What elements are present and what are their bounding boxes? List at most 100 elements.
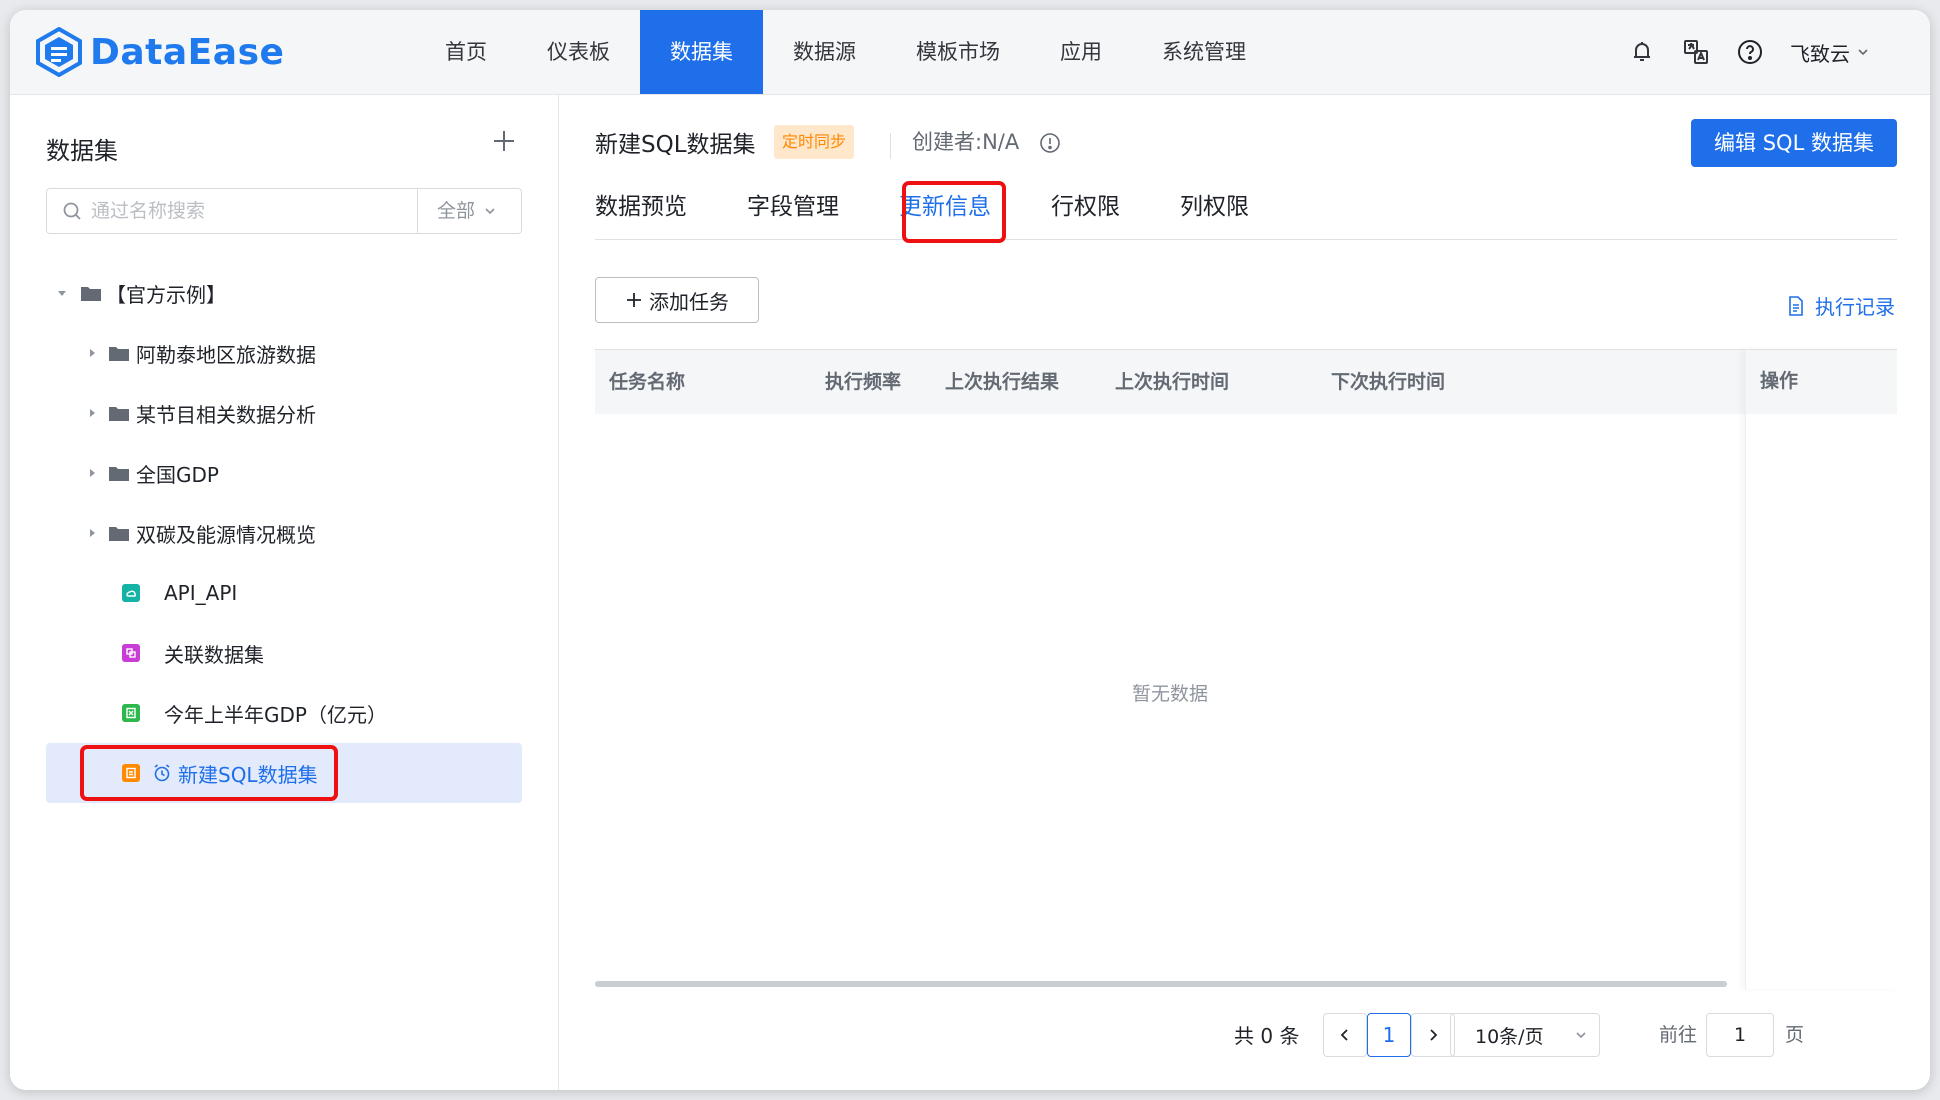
horizontal-scrollbar[interactable] xyxy=(595,981,1727,987)
search-icon xyxy=(63,202,81,220)
main-nav: 首页 仪表板 数据集 数据源 模板市场 应用 系统管理 xyxy=(415,10,1276,94)
header-actions: 飞致云 xyxy=(1628,10,1870,94)
pagination: 共 0 条 1 10条/页 前往 页 xyxy=(559,1013,1897,1059)
chevron-left-icon xyxy=(1340,1029,1348,1041)
user-menu[interactable]: 飞致云 xyxy=(1790,38,1870,67)
column-header-last-result: 上次执行结果 xyxy=(945,371,1060,393)
highlight-box-selected-dataset xyxy=(80,745,338,801)
goto-page-input[interactable] xyxy=(1706,1013,1774,1057)
logo-text: DataEase xyxy=(90,31,285,73)
folder-icon xyxy=(109,467,129,481)
search-filter-select[interactable]: 全部 xyxy=(437,189,497,233)
nav-datasource[interactable]: 数据源 xyxy=(763,10,886,94)
highlight-box-update-info-tab xyxy=(902,181,1006,243)
execution-log-link[interactable]: 执行记录 xyxy=(1787,291,1895,320)
table-header: 任务名称 执行频率 上次执行结果 上次执行时间 下次执行时间 xyxy=(595,349,1897,414)
add-icon[interactable] xyxy=(488,125,520,157)
caret-right-icon[interactable] xyxy=(84,525,100,541)
chevron-down-icon xyxy=(1858,49,1868,56)
folder-icon xyxy=(109,347,129,361)
dataset-title: 新建SQL数据集 xyxy=(595,132,756,158)
document-icon xyxy=(1789,295,1803,316)
tab-row-permission[interactable]: 行权限 xyxy=(1051,175,1120,239)
page-size-value: 10条/页 xyxy=(1475,1025,1544,1048)
tree-item-label: 关联数据集 xyxy=(164,642,264,667)
search-input[interactable] xyxy=(89,199,413,223)
tree-item-label: API_API xyxy=(164,581,238,605)
tree-item-label: 阿勒泰地区旅游数据 xyxy=(136,342,316,367)
page-size-select[interactable]: 10条/页 xyxy=(1450,1013,1600,1057)
api-dataset-icon xyxy=(122,584,140,602)
tab-field-management[interactable]: 字段管理 xyxy=(747,175,839,239)
dataset-search: 全部 xyxy=(46,188,522,234)
tree-item-gdp-half-year[interactable]: 今年上半年GDP（亿元） xyxy=(46,683,522,743)
plus-icon xyxy=(627,293,641,307)
page-number-button[interactable]: 1 xyxy=(1367,1013,1411,1057)
nav-home[interactable]: 首页 xyxy=(415,10,517,94)
tree-item-carbon-energy[interactable]: 双碳及能源情况概览 xyxy=(46,503,522,563)
title-divider xyxy=(890,133,891,159)
tree-item-national-gdp[interactable]: 全国GDP xyxy=(46,443,522,503)
operation-column: 操作 xyxy=(1745,349,1898,989)
tree-item-official-examples[interactable]: 【官方示例】 xyxy=(46,263,522,323)
add-task-label: 添加任务 xyxy=(649,289,729,314)
tree-item-altay-tourism[interactable]: 阿勒泰地区旅游数据 xyxy=(46,323,522,383)
help-icon[interactable] xyxy=(1736,38,1764,66)
page-unit-label: 页 xyxy=(1785,1024,1805,1046)
edit-sql-dataset-button[interactable]: 编辑 SQL 数据集 xyxy=(1691,119,1897,167)
goto-label: 前往 xyxy=(1659,1024,1698,1046)
tree-item-label: 今年上半年GDP（亿元） xyxy=(164,702,387,727)
nav-template-market[interactable]: 模板市场 xyxy=(886,10,1030,94)
union-dataset-icon xyxy=(122,644,140,662)
tree-item-program-analysis[interactable]: 某节目相关数据分析 xyxy=(46,383,522,443)
tab-data-preview[interactable]: 数据预览 xyxy=(595,175,687,239)
tree-item-label: 双碳及能源情况概览 xyxy=(136,522,316,547)
execution-log-label: 执行记录 xyxy=(1815,295,1895,319)
column-header-task-name: 任务名称 xyxy=(609,371,686,393)
excel-dataset-icon xyxy=(122,704,140,722)
dataset-tree: 【官方示例】 阿勒泰地区旅游数据 某节目相关数据分析 全国GDP 双碳及能源情况… xyxy=(46,263,522,803)
column-header-next-time: 下次执行时间 xyxy=(1331,371,1446,393)
caret-right-icon[interactable] xyxy=(84,405,100,421)
tab-column-permission[interactable]: 列权限 xyxy=(1180,175,1249,239)
search-filter-value: 全部 xyxy=(437,200,476,222)
chevron-down-icon xyxy=(485,208,495,215)
column-header-last-time: 上次执行时间 xyxy=(1115,371,1230,393)
top-bar: DataEase 首页 仪表板 数据集 数据源 模板市场 应用 系统管理 飞致云 xyxy=(10,10,1930,95)
dataease-logo-icon xyxy=(36,27,82,77)
column-header-actions: 操作 xyxy=(1760,370,1799,392)
prev-page-button[interactable] xyxy=(1323,1013,1367,1057)
tree-item-union-dataset[interactable]: 关联数据集 xyxy=(46,623,522,683)
empty-state-text: 暂无数据 xyxy=(1131,683,1208,705)
app-window: DataEase 首页 仪表板 数据集 数据源 模板市场 应用 系统管理 飞致云 xyxy=(10,10,1930,1090)
dataset-detail: 新建SQL数据集 定时同步 创建者:N/A 编辑 SQL 数据集 数据预览 字段… xyxy=(559,95,1930,1090)
caret-right-icon[interactable] xyxy=(84,345,100,361)
nav-dashboard[interactable]: 仪表板 xyxy=(517,10,640,94)
tree-item-label: 【官方示例】 xyxy=(106,282,226,307)
user-name: 飞致云 xyxy=(1790,41,1850,66)
folder-icon xyxy=(81,287,101,301)
sidebar-title: 数据集 xyxy=(46,137,118,165)
info-icon[interactable] xyxy=(1039,132,1061,154)
folder-icon xyxy=(109,407,129,421)
tree-item-label: 全国GDP xyxy=(136,462,219,487)
chevron-down-icon xyxy=(1576,1032,1586,1039)
translate-icon[interactable] xyxy=(1682,38,1710,66)
tree-item-label: 某节目相关数据分析 xyxy=(136,402,316,427)
caret-down-icon[interactable] xyxy=(54,285,70,301)
folder-icon xyxy=(109,527,129,541)
chevron-right-icon xyxy=(1430,1029,1438,1041)
search-divider xyxy=(417,188,418,234)
detail-tabs: 数据预览 字段管理 更新信息 行权限 列权限 xyxy=(595,175,1897,240)
next-page-button[interactable] xyxy=(1411,1013,1455,1057)
tree-item-api-api[interactable]: API_API xyxy=(46,563,522,623)
logo[interactable]: DataEase xyxy=(36,26,284,78)
nav-system[interactable]: 系统管理 xyxy=(1132,10,1276,94)
nav-dataset[interactable]: 数据集 xyxy=(640,10,763,94)
add-task-button[interactable]: 添加任务 xyxy=(595,277,759,323)
task-table: 任务名称 执行频率 上次执行结果 上次执行时间 下次执行时间 操作 暂无数据 xyxy=(595,349,1897,989)
notification-bell-icon[interactable] xyxy=(1628,38,1656,66)
scheduled-sync-tag: 定时同步 xyxy=(774,125,855,159)
caret-right-icon[interactable] xyxy=(84,465,100,481)
nav-apps[interactable]: 应用 xyxy=(1030,10,1132,94)
